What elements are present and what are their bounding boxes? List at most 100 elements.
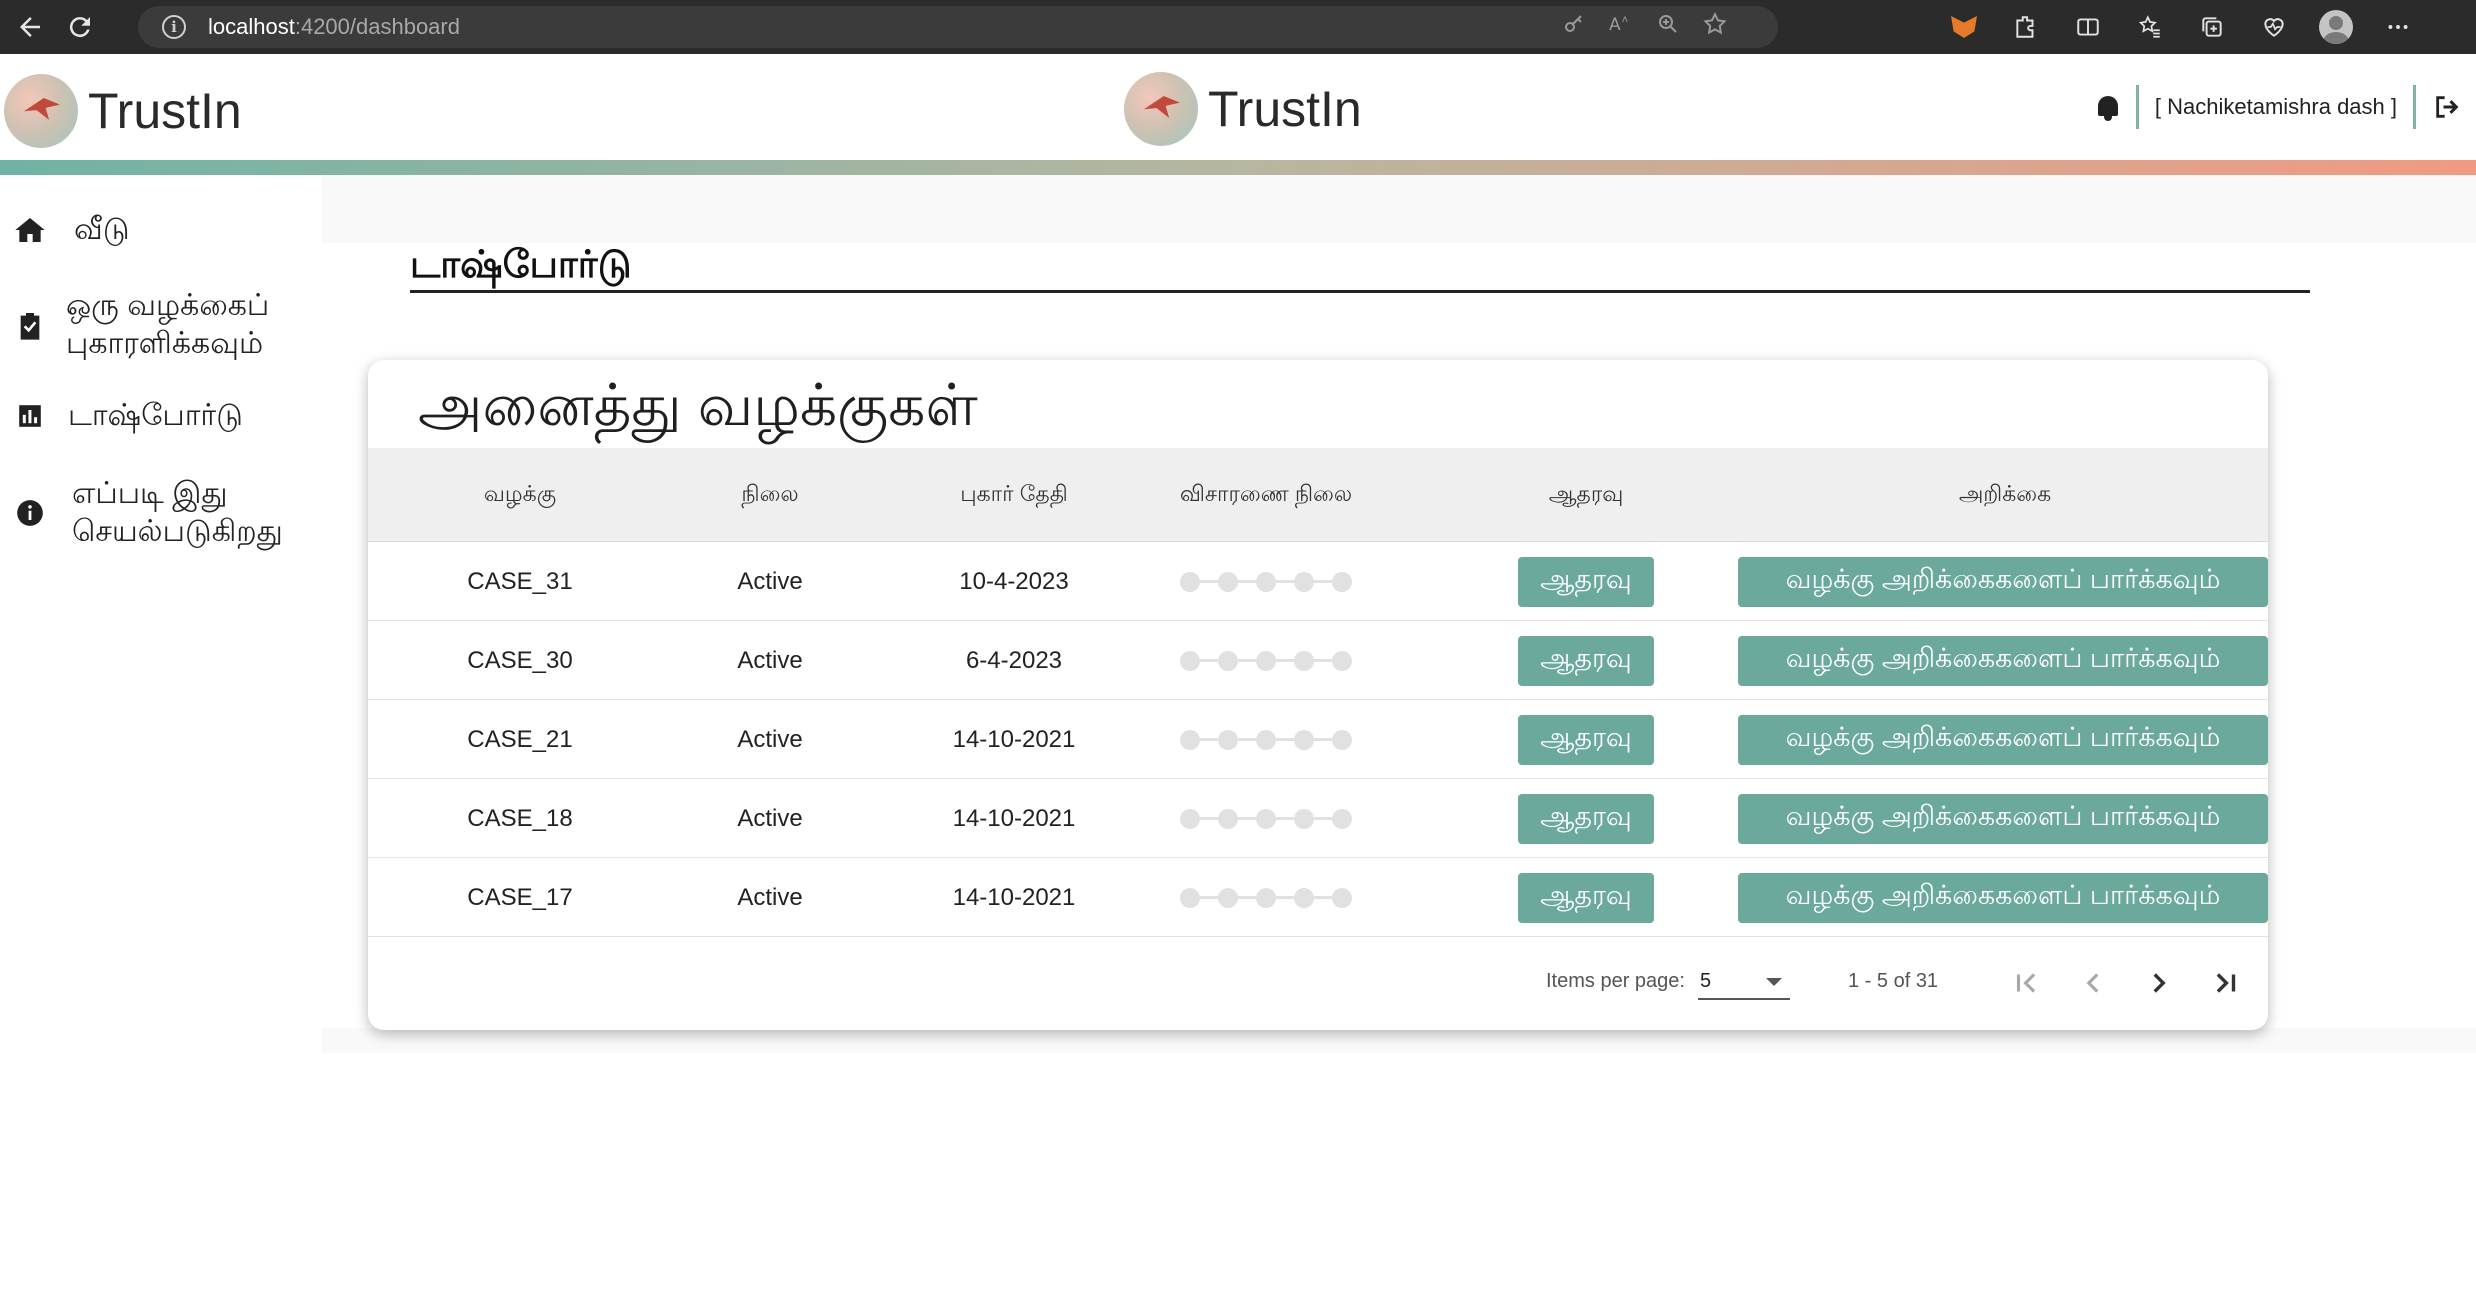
- more-options-icon[interactable]: [2378, 7, 2418, 47]
- crane-logo-icon: [4, 74, 78, 148]
- stepper-step-dot: [1180, 729, 1200, 750]
- app-header: TrustIn TrustIn [ Nachiketamishra dash ]: [0, 54, 2476, 160]
- column-header-investigation-status[interactable]: விசாரணை நிலை: [1128, 448, 1404, 542]
- stepper-connector: [1200, 659, 1218, 662]
- all-cases-card: அனைத்து வழக்குகள் வழக்கு நிலை புகார் தேத…: [368, 360, 2268, 1030]
- sidebar-item-report-case[interactable]: ஒரு வழக்கைப் புகாரளிக்கவும்: [0, 287, 322, 363]
- home-icon: [0, 215, 60, 245]
- complaint-date-cell: 10-4-2023: [959, 567, 1069, 595]
- brand-name-center: TrustIn: [1208, 81, 1362, 137]
- address-bar[interactable]: i localhost:4200/dashboard Aʌ: [138, 6, 1778, 48]
- profile-avatar[interactable]: [2316, 7, 2356, 47]
- title-divider: [410, 290, 2310, 293]
- stepper-step-dot: [1294, 729, 1314, 750]
- back-arrow-icon[interactable]: [8, 5, 52, 49]
- support-button[interactable]: ஆதரவு: [1518, 635, 1654, 686]
- sidebar-item-home[interactable]: வீடு: [0, 211, 322, 249]
- stepper-connector: [1200, 738, 1218, 741]
- brand-center[interactable]: TrustIn: [1124, 72, 1362, 146]
- dropdown-arrow-icon: [1766, 978, 1782, 986]
- previous-page-button[interactable]: [2068, 958, 2118, 1008]
- sidebar-item-dashboard[interactable]: டாஷ்போர்டு: [0, 397, 322, 435]
- column-header-case[interactable]: வழக்கு: [408, 448, 632, 542]
- column-header-status[interactable]: நிலை: [658, 448, 882, 542]
- key-icon[interactable]: [1562, 12, 1586, 42]
- investigation-progress-stepper: [1180, 571, 1352, 592]
- stepper-step-dot: [1294, 808, 1314, 829]
- stepper-step-dot: [1332, 571, 1352, 592]
- browser-essentials-icon[interactable]: [2254, 7, 2294, 47]
- view-case-reports-button[interactable]: வழக்கு அறிக்கைகளைப் பார்க்கவும்: [1738, 635, 2268, 686]
- collections-icon[interactable]: [2192, 7, 2232, 47]
- header-divider: [2413, 85, 2416, 129]
- table-header: வழக்கு நிலை புகார் தேதி விசாரணை நிலை ஆதர…: [368, 448, 2268, 542]
- stepper-connector: [1238, 580, 1256, 583]
- svg-text:A: A: [1609, 15, 1621, 35]
- stepper-step-dot: [1332, 729, 1352, 750]
- case-id-cell: CASE_30: [467, 646, 573, 674]
- stepper-step-dot: [1180, 808, 1200, 829]
- stepper-connector: [1200, 896, 1218, 899]
- case-id-cell: CASE_21: [467, 725, 573, 753]
- view-case-reports-button[interactable]: வழக்கு அறிக்கைகளைப் பார்க்கவும்: [1738, 872, 2268, 923]
- last-page-button[interactable]: [2200, 958, 2250, 1008]
- chevron-right-icon: [2153, 973, 2166, 993]
- favorite-star-icon[interactable]: [1702, 11, 1728, 43]
- support-cell: ஆதரவு: [1516, 779, 1656, 858]
- sidebar-item-how-it-works[interactable]: எப்படி இது செயல்படுகிறது: [0, 475, 322, 551]
- investigation-progress-stepper: [1180, 650, 1352, 671]
- support-button[interactable]: ஆதரவு: [1518, 872, 1654, 923]
- split-screen-icon[interactable]: [2068, 7, 2108, 47]
- favorites-icon[interactable]: [2130, 7, 2170, 47]
- read-aloud-icon[interactable]: Aʌ: [1608, 12, 1634, 42]
- brand-left[interactable]: TrustIn: [4, 74, 242, 148]
- stepper-connector: [1314, 659, 1332, 662]
- items-per-page-label: Items per page:: [1546, 970, 1685, 992]
- column-header-support[interactable]: ஆதரவு: [1516, 448, 1656, 542]
- crane-logo-icon: [1124, 72, 1198, 146]
- first-page-button[interactable]: [2002, 958, 2052, 1008]
- support-cell: ஆதரவு: [1516, 621, 1656, 700]
- chevron-left-icon: [2086, 973, 2099, 993]
- support-button[interactable]: ஆதரவு: [1518, 793, 1654, 844]
- stepper-connector: [1200, 580, 1218, 583]
- view-case-reports-button[interactable]: வழக்கு அறிக்கைகளைப் பார்க்கவும்: [1738, 556, 2268, 607]
- investigation-progress-stepper: [1180, 887, 1352, 908]
- investigation-stepper-cell: [1128, 621, 1404, 700]
- support-button[interactable]: ஆதரவு: [1518, 556, 1654, 607]
- stepper-step-dot: [1218, 729, 1238, 750]
- notification-bell-icon[interactable]: [2094, 92, 2122, 122]
- reload-icon[interactable]: [58, 5, 102, 49]
- items-per-page-select[interactable]: 5: [1698, 962, 1790, 1000]
- extensions-puzzle-icon[interactable]: [2006, 7, 2046, 47]
- last-page-icon: [2216, 973, 2236, 993]
- column-header-complaint-date[interactable]: புகார் தேதி: [902, 448, 1126, 542]
- stepper-step-dot: [1294, 571, 1314, 592]
- report-cell: வழக்கு அறிக்கைகளைப் பார்க்கவும்: [1738, 858, 2268, 937]
- support-button[interactable]: ஆதரவு: [1518, 714, 1654, 765]
- view-case-reports-button[interactable]: வழக்கு அறிக்கைகளைப் பார்க்கவும்: [1738, 793, 2268, 844]
- support-cell: ஆதரவு: [1516, 542, 1656, 621]
- stepper-connector: [1238, 896, 1256, 899]
- support-cell: ஆதரவு: [1516, 700, 1656, 779]
- report-cell: வழக்கு அறிக்கைகளைப் பார்க்கவும்: [1738, 621, 2268, 700]
- zoom-icon[interactable]: [1656, 12, 1680, 42]
- logout-icon[interactable]: [2430, 90, 2464, 124]
- investigation-progress-stepper: [1180, 729, 1352, 750]
- info-icon: [0, 499, 60, 527]
- stepper-step-dot: [1256, 887, 1276, 908]
- metamask-fox-icon[interactable]: [1944, 7, 1984, 47]
- complaint-date-cell: 6-4-2023: [965, 646, 1063, 674]
- view-case-reports-button[interactable]: வழக்கு அறிக்கைகளைப் பார்க்கவும்: [1738, 714, 2268, 765]
- status-cell: Active: [737, 567, 803, 595]
- url-host: localhost: [208, 14, 295, 39]
- url-text: localhost:4200/dashboard: [208, 14, 460, 40]
- stepper-connector: [1276, 817, 1294, 820]
- column-header-report[interactable]: அறிக்கை: [1740, 448, 2268, 542]
- stepper-step-dot: [1332, 887, 1352, 908]
- sidebar: வீடு ஒரு வழக்கைப் புகாரளிக்கவும் டாஷ்போர…: [0, 175, 322, 1300]
- next-page-button[interactable]: [2134, 958, 2184, 1008]
- sidebar-item-label: வீடு: [74, 213, 130, 246]
- stepper-step-dot: [1218, 571, 1238, 592]
- site-info-icon[interactable]: i: [162, 15, 186, 39]
